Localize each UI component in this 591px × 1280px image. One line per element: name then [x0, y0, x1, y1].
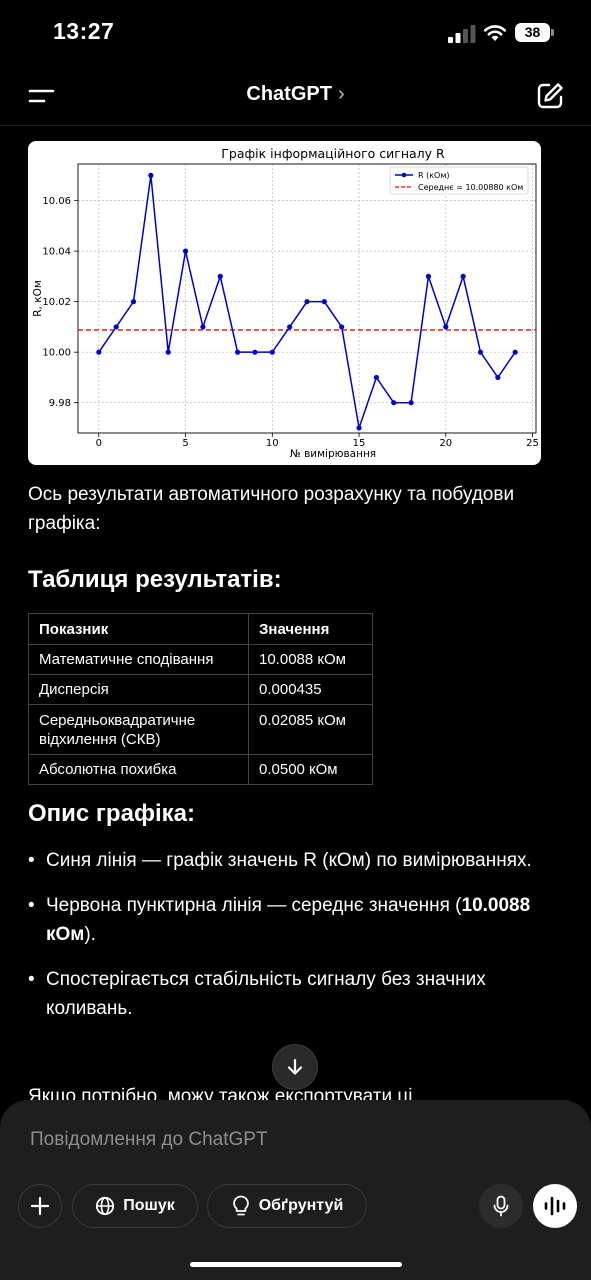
- data-point: [304, 299, 310, 305]
- message-input[interactable]: [30, 1129, 530, 1151]
- table-header-row: Показник Значення: [28, 613, 373, 645]
- table-cell: 0.000435: [248, 674, 373, 705]
- home-indicator: [190, 1262, 402, 1267]
- table-cell: 0.0500 кОм: [248, 754, 373, 785]
- x-tick-label: 0: [96, 438, 102, 449]
- y-tick-label: 10.06: [42, 196, 71, 207]
- microphone-icon: [493, 1195, 509, 1217]
- y-tick-label: 10.04: [42, 247, 71, 258]
- status-bar: 13:27 38: [0, 0, 591, 64]
- data-point: [495, 374, 501, 381]
- chevron-right-icon: ›: [337, 83, 345, 105]
- x-tick-label: 25: [526, 438, 539, 449]
- nav-bar: ChatGPT ›: [0, 64, 591, 126]
- plus-icon: [30, 1196, 50, 1216]
- data-point: [373, 374, 379, 381]
- table-row: Математичне сподівання 10.0088 кОм: [28, 644, 373, 675]
- list-item: Синя лінія — графік значень R (кОм) по в…: [28, 846, 548, 875]
- table-header: Показник: [28, 613, 249, 645]
- legend-label-mean: Середнє = 10.00880 кОм: [418, 183, 523, 192]
- page-title: ChatGPT: [246, 83, 332, 105]
- x-axis-label: № вимірювання: [290, 448, 376, 460]
- status-time: 13:27: [53, 18, 115, 44]
- data-point: [165, 349, 171, 355]
- reason-label: Обґрунтуй: [258, 1197, 344, 1214]
- table-header: Значення: [248, 613, 373, 645]
- table-row: Середньоквадратичне відхилення (СКВ) 0.0…: [28, 704, 373, 755]
- y-tick-label: 9.98: [49, 398, 71, 409]
- search-button[interactable]: Пошук: [72, 1184, 198, 1228]
- composer: Пошук Обґрунтуй: [0, 1100, 591, 1280]
- data-point: [287, 324, 293, 330]
- data-point: [512, 349, 518, 355]
- globe-icon: [96, 1196, 115, 1216]
- description-list: Синя лінія — графік значень R (кОм) по в…: [28, 846, 548, 1039]
- reason-button[interactable]: Обґрунтуй: [207, 1184, 367, 1228]
- model-selector[interactable]: ChatGPT ›: [0, 83, 591, 106]
- data-point: [148, 172, 154, 178]
- table-cell: Дисперсія: [28, 674, 249, 705]
- x-tick-label: 20: [439, 438, 452, 449]
- table-row: Дисперсія 0.000435: [28, 674, 373, 705]
- data-point: [477, 349, 484, 355]
- list-item: Спостерігається стабільність сигналу без…: [28, 965, 548, 1023]
- data-point: [339, 324, 345, 330]
- cellular-signal-icon: [448, 25, 476, 43]
- table-cell: Математичне сподівання: [28, 644, 249, 675]
- x-tick-label: 5: [182, 438, 188, 449]
- voice-mode-button[interactable]: [533, 1184, 577, 1228]
- lightbulb-icon: [232, 1195, 249, 1216]
- data-point: [200, 324, 206, 330]
- results-table: Показник Значення Математичне сподівання…: [28, 613, 373, 785]
- legend-marker-r: [401, 172, 407, 178]
- data-point: [391, 400, 397, 406]
- data-point: [235, 349, 241, 355]
- data-point: [252, 349, 258, 355]
- screen: 13:27 38 ChatGPT › 0 5 10 15 20 25 9.98 1…: [0, 0, 591, 1280]
- x-tick-label: 10: [266, 438, 279, 449]
- chart-image: 0 5 10 15 20 25 9.98 10.00 10.02 10.04 10.06 Графік…: [28, 141, 541, 465]
- data-point: [217, 273, 223, 279]
- data-point: [113, 324, 119, 330]
- dictate-button[interactable]: [479, 1184, 523, 1228]
- y-axis-label: R, кОм: [32, 280, 44, 317]
- data-point: [460, 273, 466, 279]
- add-button[interactable]: [18, 1184, 62, 1228]
- y-tick-label: 10.02: [42, 297, 71, 308]
- voice-waveform-icon: [544, 1196, 566, 1216]
- description-heading: Опис графіка:: [28, 800, 195, 827]
- data-point: [425, 273, 432, 279]
- data-point: [321, 299, 327, 305]
- new-chat-icon[interactable]: [535, 81, 565, 111]
- table-row: Абсолютна похибка 0.0500 кОм: [28, 754, 373, 785]
- list-item: Червона пунктирна лінія — середнє значен…: [28, 891, 548, 949]
- data-point: [356, 425, 362, 431]
- data-point: [408, 400, 414, 406]
- table-heading: Таблиця результатів:: [28, 566, 282, 593]
- battery-icon: 38: [515, 23, 555, 42]
- y-tick-label: 10.00: [42, 348, 71, 359]
- wifi-icon: [483, 25, 507, 41]
- legend-label-r: R (кОм): [418, 171, 450, 180]
- message-intro: Ось результати автоматичного розрахунку …: [28, 484, 515, 534]
- data-point: [269, 349, 275, 355]
- data-point: [96, 349, 102, 355]
- search-label: Пошук: [123, 1197, 175, 1214]
- scroll-down-button[interactable]: [272, 1044, 318, 1090]
- arrow-down-icon: [287, 1058, 303, 1075]
- table-cell: Абсолютна похибка: [28, 754, 249, 785]
- battery-level: 38: [515, 23, 550, 42]
- data-point: [130, 299, 137, 305]
- table-cell: 10.0088 кОм: [248, 644, 373, 675]
- chart-svg: 0 5 10 15 20 259.9810.0010.0210.0410.06Графік…: [32, 146, 539, 460]
- table-cell: Середньоквадратичне відхилення (СКВ): [28, 704, 249, 755]
- data-point: [443, 324, 449, 330]
- data-point: [182, 248, 189, 254]
- chart-title: Графік інформаційного сигналу R: [221, 146, 445, 161]
- table-cell: 0.02085 кОм: [248, 704, 373, 755]
